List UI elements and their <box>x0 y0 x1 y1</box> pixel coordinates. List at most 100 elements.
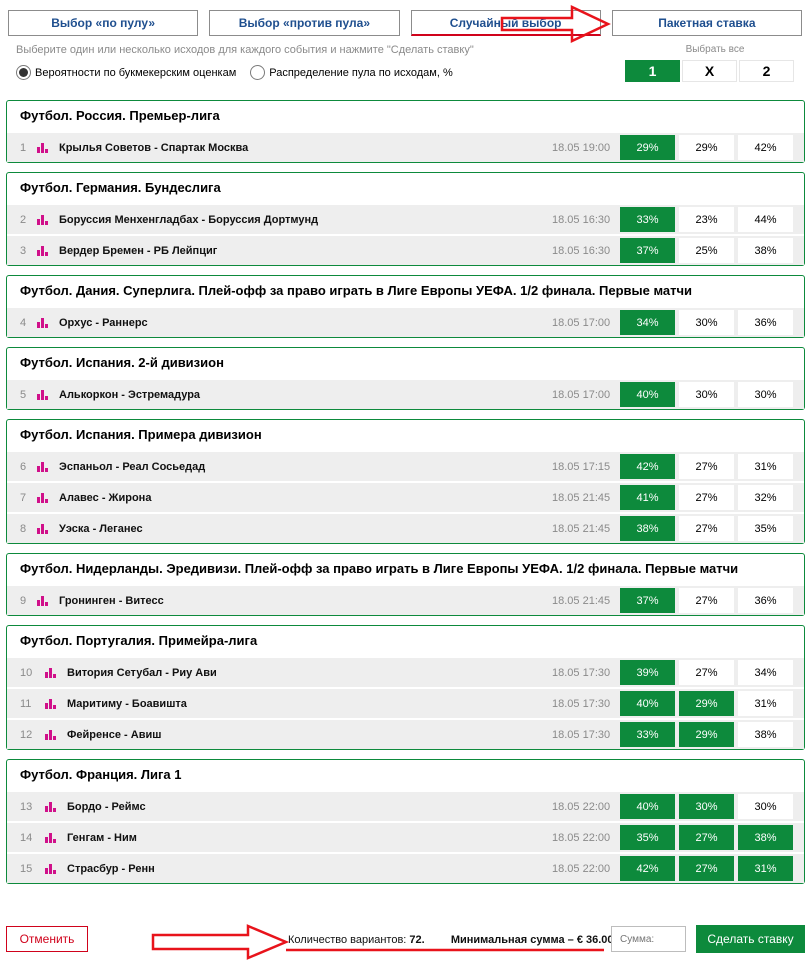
outcome-2-button[interactable]: 30% <box>738 794 793 819</box>
outcome-2-button[interactable]: 36% <box>738 310 793 335</box>
variants-label: Количество вариантов: <box>288 934 407 946</box>
outcome-2-button[interactable]: 34% <box>738 660 793 685</box>
select-all-x-button[interactable]: X <box>682 60 737 82</box>
outcome-2-button[interactable]: 31% <box>738 691 793 716</box>
match-name: Витория Сетубал - Риу Ави <box>67 666 217 679</box>
match-date: 18.05 22:00 <box>552 831 611 844</box>
select-all-2-button[interactable]: 2 <box>739 60 794 82</box>
outcome-1-button[interactable]: 42% <box>620 454 675 479</box>
statistics-icon[interactable] <box>45 832 56 843</box>
outcome-buttons: 40% 29% 31% <box>620 691 793 716</box>
event-number: 12 <box>20 728 33 741</box>
outcome-1-button[interactable]: 38% <box>620 516 675 541</box>
outcome-x-button[interactable]: 27% <box>679 588 734 613</box>
event-group: Футбол. Португалия. Примейра-лига 10 Витор… <box>6 625 805 750</box>
cancel-button[interactable]: Отменить <box>6 926 88 952</box>
outcome-x-button[interactable]: 29% <box>679 135 734 160</box>
outcome-buttons: 41% 27% 32% <box>620 485 793 510</box>
outcome-1-button[interactable]: 33% <box>620 207 675 232</box>
group-title: Футбол. Франция. Лига 1 <box>20 767 182 782</box>
outcome-2-button[interactable]: 31% <box>738 454 793 479</box>
outcome-2-button[interactable]: 30% <box>738 382 793 407</box>
outcome-2-button[interactable]: 38% <box>738 825 793 850</box>
outcome-x-button[interactable]: 27% <box>679 485 734 510</box>
event-number: 3 <box>20 244 27 257</box>
match-name: Крылья Советов - Спартак Москва <box>59 141 249 154</box>
outcome-2-button[interactable]: 32% <box>738 485 793 510</box>
outcome-1-button[interactable]: 37% <box>620 238 675 263</box>
outcome-x-button[interactable]: 29% <box>679 691 734 716</box>
outcome-x-button[interactable]: 27% <box>679 660 734 685</box>
statistics-icon[interactable] <box>45 667 56 678</box>
outcome-x-button[interactable]: 30% <box>679 310 734 335</box>
event-number: 1 <box>20 141 27 154</box>
match-date: 18.05 17:30 <box>552 728 611 741</box>
statistics-icon[interactable] <box>37 142 48 153</box>
group-title: Футбол. Германия. Бундеслига <box>20 180 221 195</box>
match-date: 18.05 21:45 <box>552 491 611 504</box>
outcome-x-button[interactable]: 27% <box>679 516 734 541</box>
statistics-icon[interactable] <box>37 214 48 225</box>
tab-against-pool[interactable]: Выбор «против пула» <box>209 10 400 36</box>
tab-random-choice[interactable]: Случайный выбор <box>410 10 601 36</box>
outcome-2-button[interactable]: 42% <box>738 135 793 160</box>
outcome-buttons: 42% 27% 31% <box>620 856 793 881</box>
statistics-icon[interactable] <box>37 492 48 503</box>
outcome-x-button[interactable]: 27% <box>679 825 734 850</box>
statistics-icon[interactable] <box>45 729 56 740</box>
outcome-2-button[interactable]: 44% <box>738 207 793 232</box>
outcome-x-button[interactable]: 29% <box>679 722 734 747</box>
statistics-icon[interactable] <box>45 698 56 709</box>
outcome-1-button[interactable]: 40% <box>620 382 675 407</box>
outcome-1-button[interactable]: 41% <box>620 485 675 510</box>
outcome-1-button[interactable]: 40% <box>620 794 675 819</box>
tab-by-pool[interactable]: Выбор «по пулу» <box>8 10 199 36</box>
outcome-2-button[interactable]: 31% <box>738 856 793 881</box>
event-number: 10 <box>20 666 33 679</box>
outcome-1-button[interactable]: 39% <box>620 660 675 685</box>
statistics-icon[interactable] <box>37 317 48 328</box>
instruction-text: Выберите один или несколько исходов для … <box>16 44 474 56</box>
outcome-2-button[interactable]: 35% <box>738 516 793 541</box>
outcome-1-button[interactable]: 34% <box>620 310 675 335</box>
statistics-icon[interactable] <box>37 245 48 256</box>
outcome-x-button[interactable]: 30% <box>679 794 734 819</box>
outcome-x-button[interactable]: 25% <box>679 238 734 263</box>
outcome-x-button[interactable]: 23% <box>679 207 734 232</box>
match-name: Бордо - Реймс <box>67 800 146 813</box>
outcome-2-button[interactable]: 38% <box>738 238 793 263</box>
place-bet-button[interactable]: Сделать ставку <box>696 925 805 953</box>
group-title: Футбол. Дания. Суперлига. Плей-офф за пр… <box>20 283 693 298</box>
outcome-1-button[interactable]: 37% <box>620 588 675 613</box>
statistics-icon[interactable] <box>37 595 48 606</box>
statistics-icon[interactable] <box>45 863 56 874</box>
sum-input[interactable] <box>611 926 686 952</box>
event-row: 15 Страсбур - Ренн 18.05 22:00 42% 27% 31% <box>7 852 804 883</box>
radio-bookmaker[interactable] <box>16 65 31 80</box>
outcome-1-button[interactable]: 29% <box>620 135 675 160</box>
match-name: Генгам - Ним <box>67 831 137 844</box>
outcome-1-button[interactable]: 42% <box>620 856 675 881</box>
outcome-x-button[interactable]: 27% <box>679 454 734 479</box>
outcome-1-button[interactable]: 33% <box>620 722 675 747</box>
match-name: Вердер Бремен - РБ Лейпциг <box>59 244 218 257</box>
outcome-1-button[interactable]: 40% <box>620 691 675 716</box>
match-name: Маритиму - Боавишта <box>67 697 187 710</box>
statistics-icon[interactable] <box>37 523 48 534</box>
event-group: Футбол. Франция. Лига 1 13 Бордо - Реймс 18… <box>6 759 805 884</box>
outcome-2-button[interactable]: 38% <box>738 722 793 747</box>
tab-package-bet[interactable]: Пакетная ставка <box>611 10 802 36</box>
outcome-2-button[interactable]: 36% <box>738 588 793 613</box>
radio-pool-distribution[interactable] <box>250 65 266 80</box>
select-all-1-button[interactable]: 1 <box>625 60 680 82</box>
outcome-x-button[interactable]: 27% <box>679 856 734 881</box>
match-name: Боруссия Менхенгладбах - Боруссия Дортму… <box>59 213 319 226</box>
match-date: 18.05 17:15 <box>552 460 611 473</box>
outcome-1-button[interactable]: 35% <box>620 825 675 850</box>
statistics-icon[interactable] <box>45 801 56 812</box>
match-name: Гронинген - Витесс <box>59 594 164 607</box>
statistics-icon[interactable] <box>37 389 48 400</box>
outcome-x-button[interactable]: 30% <box>679 382 734 407</box>
statistics-icon[interactable] <box>37 461 48 472</box>
outcome-buttons: 35% 27% 38% <box>620 825 793 850</box>
